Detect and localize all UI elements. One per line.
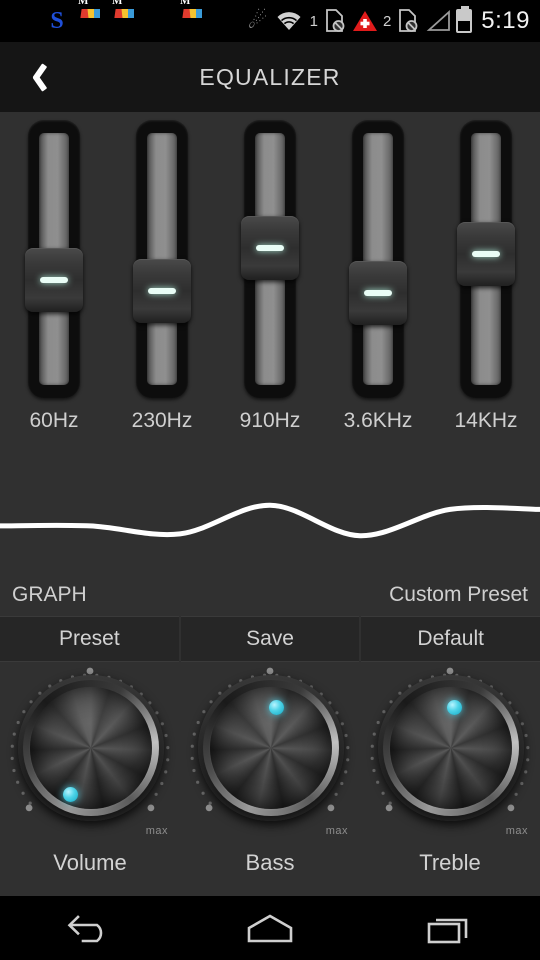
knob-position-indicator-dot bbox=[268, 699, 284, 715]
graph-info-row: GRAPH Custom Preset bbox=[0, 575, 540, 615]
slider-thumb[interactable] bbox=[133, 258, 191, 323]
knob-label-volume: Volume bbox=[53, 850, 127, 875]
mail-app-icon: M bbox=[78, 0, 104, 34]
recents-icon bbox=[427, 918, 468, 944]
knob-cell-bass: max bbox=[180, 664, 360, 846]
knob-position-indicator-dot bbox=[446, 699, 462, 715]
slider-thumb[interactable] bbox=[241, 215, 299, 280]
equalizer-bands: 60Hz 230Hz 910Hz 3.6KHz 14KHz bbox=[0, 112, 540, 457]
preset-name-label: Custom Preset bbox=[389, 583, 528, 606]
red-warning-triangle-icon bbox=[352, 10, 377, 32]
s-app-icon: S bbox=[50, 8, 64, 34]
status-bar-notification-icons: S M M M bbox=[0, 0, 248, 34]
bass-knob[interactable]: max bbox=[184, 667, 356, 839]
knob-max-label: max bbox=[145, 825, 168, 837]
band-label-3-6khz: 3.6KHz bbox=[343, 409, 413, 432]
band-slider-60hz[interactable] bbox=[25, 120, 83, 398]
thumb-indicator-line bbox=[256, 244, 284, 251]
band-slider-230hz[interactable] bbox=[133, 120, 191, 398]
band-slider-3-6khz[interactable] bbox=[349, 120, 407, 398]
mail-app-icon: M bbox=[112, 0, 138, 34]
battery-icon bbox=[456, 6, 473, 33]
slider-thumb[interactable] bbox=[25, 247, 83, 312]
band-label-230hz: 230Hz bbox=[131, 409, 193, 432]
status-bar-clock: 5:19 bbox=[481, 7, 530, 34]
band-label-910hz: 910Hz bbox=[239, 409, 301, 432]
knob-label-treble: Treble bbox=[419, 850, 481, 875]
eq-response-curve bbox=[0, 470, 540, 555]
knob-max-label: max bbox=[325, 825, 348, 837]
treble-knob[interactable]: max bbox=[364, 667, 536, 839]
band-label-60hz: 60Hz bbox=[29, 409, 79, 432]
status-bar: S M M M ☄ bbox=[0, 0, 540, 42]
knob-cell-treble: max bbox=[360, 664, 540, 846]
signal-no-service-icon bbox=[425, 9, 451, 32]
knob-brushed-face bbox=[30, 687, 152, 809]
preset-action-buttons: Preset Save Default bbox=[0, 616, 540, 662]
wifi-icon bbox=[275, 10, 303, 32]
knob-row: max max max bbox=[0, 664, 540, 846]
sim2-badge-label: 2 bbox=[382, 12, 392, 30]
knob-max-label: max bbox=[505, 825, 528, 837]
slider-thumb[interactable] bbox=[349, 260, 407, 325]
band-frequency-labels: 60Hz 230Hz 910Hz 3.6KHz 14KHz bbox=[0, 409, 540, 433]
eq-response-curve-svg bbox=[0, 502, 540, 539]
thumb-indicator-line bbox=[148, 287, 176, 294]
sim1-badge-label: 1 bbox=[309, 12, 318, 30]
archive-app-icon bbox=[146, 8, 172, 34]
save-button[interactable]: Save bbox=[180, 616, 360, 662]
volume-knob[interactable]: max bbox=[4, 667, 176, 839]
no-sim-1-icon bbox=[325, 9, 345, 33]
thumb-indicator-line bbox=[40, 276, 68, 283]
page-title: EQUALIZER bbox=[199, 63, 341, 90]
thumb-indicator-line bbox=[472, 251, 500, 258]
title-bar: EQUALIZER bbox=[0, 42, 540, 112]
band-slider-910hz[interactable] bbox=[241, 120, 299, 398]
plus-badge-icon bbox=[10, 8, 36, 34]
home-icon bbox=[247, 914, 293, 943]
thumb-indicator-line bbox=[364, 289, 392, 296]
band-slider-14khz[interactable] bbox=[457, 120, 515, 398]
preset-button[interactable]: Preset bbox=[0, 616, 179, 662]
slider-track bbox=[363, 133, 393, 385]
knob-labels: Volume Bass Treble bbox=[0, 850, 540, 876]
graph-label: GRAPH bbox=[12, 583, 87, 606]
recents-button[interactable] bbox=[395, 896, 505, 960]
knob-label-bass: Bass bbox=[245, 850, 295, 875]
back-button[interactable] bbox=[35, 896, 145, 960]
bluetooth-icon: ☄ bbox=[247, 8, 268, 33]
back-arrow-icon bbox=[67, 915, 103, 943]
no-sim-2-icon bbox=[398, 9, 418, 33]
knob-cell-volume: max bbox=[0, 664, 180, 846]
equalizer-screen: S M M M ☄ bbox=[0, 0, 540, 960]
band-label-14khz: 14KHz bbox=[454, 409, 518, 432]
mail-app-icon: M bbox=[180, 0, 206, 34]
home-button[interactable] bbox=[215, 896, 325, 960]
android-navigation-bar bbox=[0, 896, 540, 960]
default-button[interactable]: Default bbox=[361, 616, 540, 662]
status-bar-system-icons: ☄ 1 2 5:19 bbox=[247, 6, 540, 34]
slider-thumb[interactable] bbox=[457, 222, 515, 287]
band-slider-group bbox=[0, 120, 540, 405]
